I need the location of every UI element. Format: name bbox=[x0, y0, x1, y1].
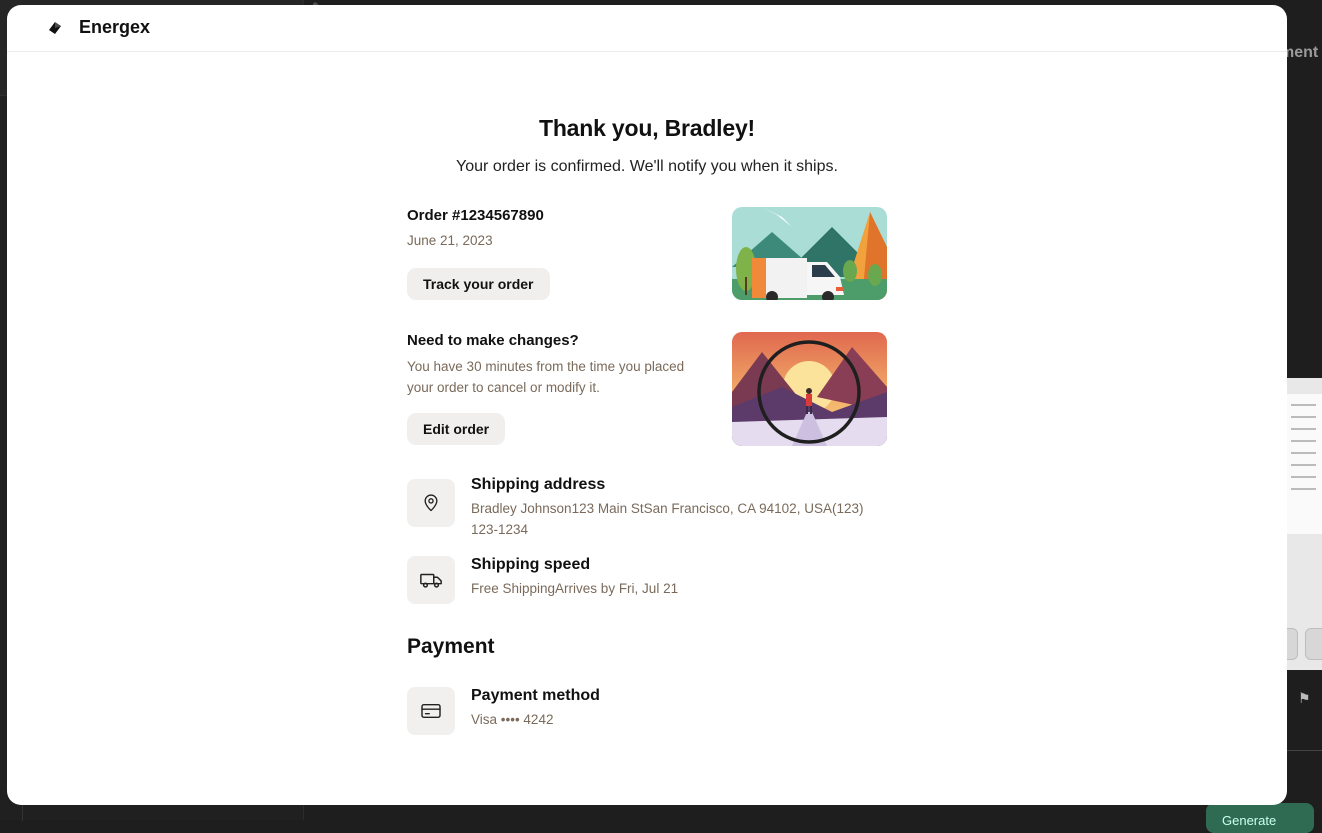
modal-header: Energex bbox=[7, 5, 1287, 52]
shipping-address-section: Shipping address Bradley Johnson123 Main… bbox=[407, 476, 887, 537]
magnifier-landscape-illustration bbox=[732, 332, 887, 446]
payment-method-value: Visa •••• 4242 bbox=[471, 712, 554, 727]
shipping-speed-value: Free ShippingArrives by Fri, Jul 21 bbox=[471, 581, 679, 596]
page-title: Thank you, Bradley! bbox=[538, 115, 756, 141]
flag-icon: ⚑ bbox=[1298, 690, 1311, 706]
edit-order-button[interactable]: Edit order bbox=[407, 413, 506, 445]
page-subtitle: Your order is confirmed. We'll notify yo… bbox=[456, 158, 838, 175]
shipping-address-value: Bradley Johnson123 Main StSan Francisco,… bbox=[471, 501, 864, 537]
truck-icon bbox=[420, 573, 442, 588]
order-confirmation-modal: Energex Thank you, Bradley! Your order i… bbox=[7, 5, 1287, 805]
order-number: Order #1234567890 bbox=[407, 207, 544, 224]
track-order-button[interactable]: Track your order bbox=[407, 268, 550, 300]
payment-method-section: Payment method Visa •••• 4242 bbox=[407, 687, 887, 735]
shipping-address-icon-box bbox=[407, 479, 455, 527]
order-date: June 21, 2023 bbox=[407, 233, 493, 248]
delivery-van-illustration bbox=[732, 207, 887, 300]
changes-title: Need to make changes? bbox=[407, 332, 579, 349]
payment-heading: Payment bbox=[407, 635, 495, 658]
background-generate-button: Generate bbox=[1206, 803, 1314, 833]
background-divider bbox=[1287, 750, 1322, 751]
changes-description: You have 30 minutes from the time you pl… bbox=[407, 359, 685, 395]
shipping-speed-icon-box bbox=[407, 556, 455, 604]
brand-name: Energex bbox=[79, 17, 151, 37]
shipping-speed-section: Shipping speed Free ShippingArrives by F… bbox=[407, 556, 887, 604]
background-document-preview bbox=[1287, 394, 1322, 534]
map-pin-icon bbox=[424, 494, 438, 512]
credit-card-icon bbox=[421, 703, 441, 719]
payment-method-icon-box bbox=[407, 687, 455, 735]
background-button bbox=[1305, 628, 1322, 660]
brand-logo-icon bbox=[49, 22, 61, 34]
shipping-speed-title: Shipping speed bbox=[471, 556, 591, 573]
payment-method-title: Payment method bbox=[471, 687, 600, 704]
shipping-address-title: Shipping address bbox=[471, 476, 606, 493]
